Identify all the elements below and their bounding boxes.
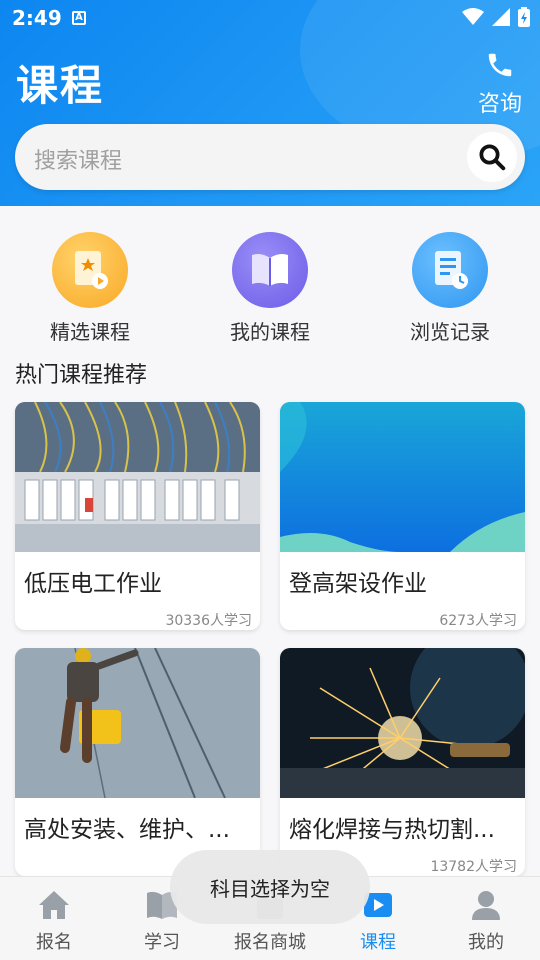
status-time: 2:49 [12,6,62,30]
quick-action-my-courses[interactable]: 我的课程 [200,232,340,345]
learner-count: 30336人学习 [165,613,252,629]
signal-icon [492,8,510,26]
search-icon [479,144,506,171]
toast-message: 科目选择为空 [170,850,370,924]
wifi-icon [462,8,484,25]
tab-enroll[interactable]: 报名 [0,877,108,960]
section-title: 热门课程推荐 [15,363,148,388]
tab-label: 学习 [144,932,180,953]
consult-label: 咨询 [477,92,522,117]
tab-label: 报名 [36,932,72,953]
learner-count: 13782人学习 [430,859,517,875]
electrical-panel-photo [15,402,260,552]
page-title: 课程 [16,61,105,110]
search-bar[interactable]: 搜索课程 [15,124,525,190]
quick-action-label: 我的课程 [230,320,310,344]
tab-profile[interactable]: 我的 [432,877,540,960]
home-icon [39,891,69,919]
featured-course-icon [52,232,128,308]
status-icons [462,7,530,27]
blue-placeholder-graphic [280,402,525,552]
battery-icon [518,7,530,27]
app-notification-icon: A [72,11,86,25]
book-icon [232,232,308,308]
history-icon [412,232,488,308]
quick-action-label: 精选课程 [50,320,130,344]
status-bar: 2:49 A [0,0,540,36]
tab-label: 我的 [468,932,504,953]
phone-icon [488,53,512,77]
course-card[interactable]: 登高架设作业 6273人学习 [280,402,525,630]
course-title: 登高架设作业 [289,571,427,597]
quick-action-label: 浏览记录 [410,320,490,344]
course-card[interactable]: 低压电工作业 30336人学习 [15,402,260,630]
course-title: 高处安装、维护、... [24,817,230,843]
quick-action-featured[interactable]: 精选课程 [20,232,160,345]
course-title: 熔化焊接与热切割... [289,817,495,843]
learner-count: 6273人学习 [439,613,517,629]
welding-sparks-photo [280,648,525,798]
high-altitude-worker-photo [15,648,260,798]
course-card[interactable]: 熔化焊接与热切割... 13782人学习 [280,648,525,876]
consult-button[interactable]: 咨询 [476,50,524,118]
quick-action-history[interactable]: 浏览记录 [380,232,520,345]
profile-icon [472,891,500,920]
search-button[interactable] [467,132,517,182]
tab-label: 报名商城 [234,932,306,953]
course-title: 低压电工作业 [24,571,162,597]
header: 2:49 A 课程 咨询 搜索课程 [0,0,540,206]
course-card[interactable]: 高处安装、维护、... [15,648,260,876]
search-input[interactable]: 搜索课程 [34,143,122,175]
tab-label: 课程 [360,932,396,953]
